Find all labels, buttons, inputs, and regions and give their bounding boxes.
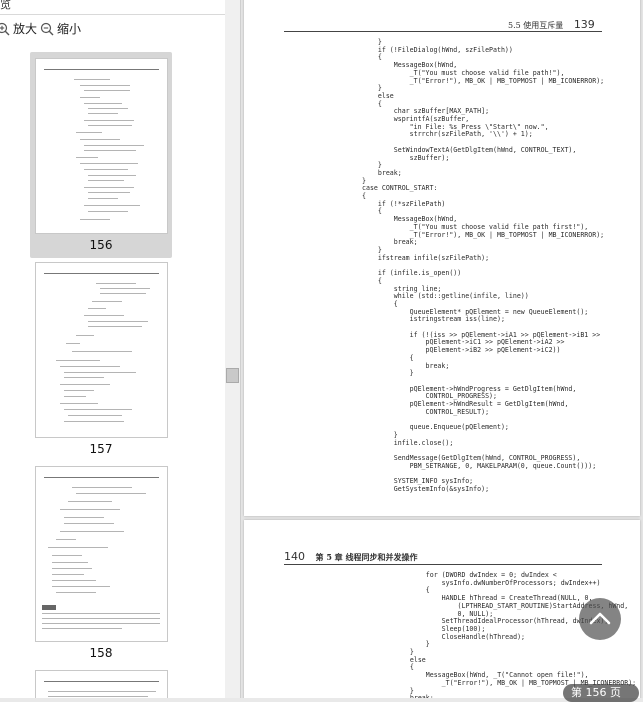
header-rule — [284, 564, 602, 565]
thumbnail-panel: 览 × 放大 缩小 — [0, 0, 241, 698]
zoom-out-button[interactable]: 缩小 — [40, 20, 81, 37]
zoom-in-button[interactable]: 放大 — [0, 20, 37, 37]
page-thumbnail-image — [35, 670, 168, 698]
page-header: 5.5 使用互斥量 139 — [508, 18, 595, 31]
page-number: 140 — [284, 550, 305, 563]
scrollbar-thumb[interactable] — [226, 368, 239, 383]
header-rule — [284, 31, 602, 32]
thumbnail-158[interactable]: 158 — [30, 464, 172, 664]
page-thumbnail-image — [35, 262, 168, 438]
page-number: 139 — [573, 18, 595, 31]
chevron-up-icon — [589, 612, 611, 625]
page-thumbnail-image — [35, 466, 168, 642]
thumbnail-157[interactable]: 157 — [30, 260, 172, 460]
thumbnail-scrollbar[interactable] — [225, 0, 240, 698]
thumbnail-159[interactable] — [30, 666, 172, 698]
page-indicator: 第 156 页 — [563, 684, 639, 702]
zoom-in-icon — [0, 22, 10, 35]
zoom-toolbar: 放大 缩小 — [0, 18, 225, 40]
document-page-139: 5.5 使用互斥量 139 } if (!FileDialog(hWnd, sz… — [244, 0, 640, 516]
thumbnail-156[interactable]: 156 — [30, 52, 172, 258]
panel-header: 览 × — [0, 0, 240, 15]
panel-title: 览 — [0, 0, 11, 11]
code-listing: } if (!FileDialog(hWnd, szFilePath)) { M… — [362, 38, 605, 493]
chapter-title: 第 5 章 线程同步和并发操作 — [315, 552, 418, 562]
scroll-top-button[interactable] — [579, 598, 621, 640]
zoom-out-icon — [40, 22, 54, 35]
page-thumbnail-image — [35, 58, 168, 234]
thumbnail-list: 156 157 158 — [0, 44, 225, 698]
document-view[interactable]: 5.5 使用互斥量 139 } if (!FileDialog(hWnd, sz… — [241, 0, 643, 698]
page-header: 140 第 5 章 线程同步和并发操作 — [284, 550, 417, 563]
thumbnail-label: 156 — [89, 238, 113, 252]
thumbnail-label: 158 — [89, 646, 113, 660]
section-title: 5.5 使用互斥量 — [508, 21, 564, 30]
zoom-out-label: 缩小 — [57, 22, 82, 36]
zoom-in-label: 放大 — [13, 22, 38, 36]
thumbnail-label: 157 — [89, 442, 113, 456]
